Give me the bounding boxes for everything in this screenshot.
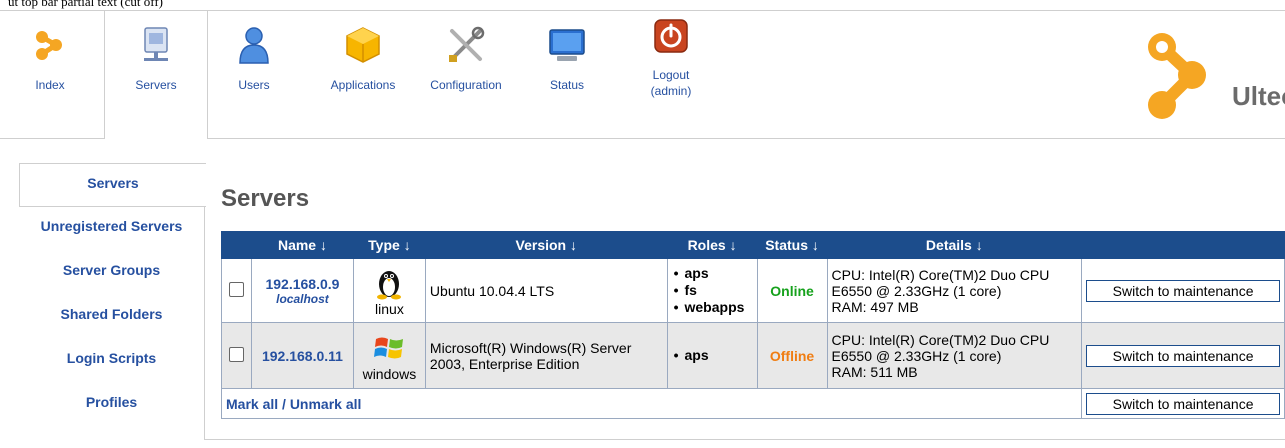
linux-tux-icon bbox=[377, 270, 402, 299]
nav-applications-label: Applications bbox=[330, 78, 396, 92]
nav-users[interactable]: Users bbox=[218, 11, 290, 139]
server-version: Microsoft(R) Windows(R) Server 2003, Ent… bbox=[424, 322, 668, 389]
table-row: 192.168.0.9 localhost linux Ubuntu 10.04… bbox=[221, 258, 1285, 323]
server-type-label: windows bbox=[362, 365, 417, 382]
sidebar: Servers Unregistered Servers Server Grou… bbox=[19, 163, 206, 427]
col-type-header[interactable]: Type ↓ bbox=[352, 231, 426, 259]
tools-icon bbox=[449, 26, 485, 62]
server-ip-link[interactable]: 192.168.0.11 bbox=[256, 348, 349, 364]
row-checkbox[interactable] bbox=[228, 346, 244, 362]
col-roles-header[interactable]: Roles ↓ bbox=[666, 231, 758, 259]
mark-all-link[interactable]: Mark all bbox=[226, 396, 278, 412]
applications-cube-icon bbox=[346, 27, 380, 63]
server-icon bbox=[144, 27, 168, 61]
user-icon bbox=[239, 27, 269, 64]
sidebar-item-servers[interactable]: Servers bbox=[19, 163, 206, 207]
sidebar-item-server-groups[interactable]: Server Groups bbox=[19, 251, 204, 295]
unmark-all-link[interactable]: Unmark all bbox=[290, 396, 362, 412]
sidebar-item-login-scripts[interactable]: Login Scripts bbox=[19, 339, 204, 383]
nav-index[interactable]: Index bbox=[14, 11, 86, 139]
servers-table: Name ↓ Type ↓ Version ↓ Roles ↓ Status ↓… bbox=[220, 231, 1285, 419]
nav-users-label: Users bbox=[238, 78, 270, 92]
table-header-row: Name ↓ Type ↓ Version ↓ Roles ↓ Status ↓… bbox=[221, 231, 1285, 259]
nav-configuration-label: Configuration bbox=[430, 78, 502, 92]
switch-maintenance-button[interactable]: Switch to maintenance bbox=[1086, 344, 1280, 367]
sidebar-item-shared-folders[interactable]: Shared Folders bbox=[19, 295, 204, 339]
status-badge: Offline bbox=[756, 322, 828, 389]
col-status-header[interactable]: Status ↓ bbox=[756, 231, 828, 259]
nav-logout[interactable]: Logout (admin) bbox=[636, 11, 706, 139]
nav-logout-label: Logout (admin) bbox=[650, 68, 692, 98]
nav-index-label: Index bbox=[35, 78, 65, 92]
nav-configuration[interactable]: Configuration bbox=[418, 11, 514, 139]
col-name-header[interactable]: Name ↓ bbox=[250, 231, 354, 259]
row-checkbox[interactable] bbox=[228, 281, 244, 297]
col-version-header[interactable]: Version ↓ bbox=[424, 231, 668, 259]
server-type-label: linux bbox=[375, 300, 404, 317]
sidebar-item-unregistered-servers[interactable]: Unregistered Servers bbox=[19, 207, 204, 251]
nav-divider-left bbox=[0, 138, 104, 139]
main-nav: Index Servers Users Applications Configu… bbox=[0, 11, 1285, 139]
table-row: 192.168.0.11 windows Microsoft(R) Window… bbox=[221, 322, 1285, 389]
top-strip: ut top bar partial text (cut off) bbox=[8, 0, 163, 9]
nav-status-label: Status bbox=[549, 78, 585, 92]
nav-divider-right bbox=[207, 138, 1285, 139]
server-host-label: localhost bbox=[276, 291, 329, 306]
nav-servers[interactable]: Servers bbox=[104, 11, 208, 139]
status-badge: Online bbox=[756, 258, 828, 323]
nav-status[interactable]: Status bbox=[534, 11, 600, 139]
ulteo-logo-icon bbox=[1148, 33, 1206, 119]
monitor-icon bbox=[549, 29, 585, 61]
server-roles: aps fs webapps bbox=[672, 265, 753, 316]
server-roles: aps bbox=[672, 347, 753, 364]
switch-maintenance-bulk-button[interactable]: Switch to maintenance bbox=[1086, 392, 1280, 415]
switch-maintenance-button[interactable]: Switch to maintenance bbox=[1086, 279, 1280, 302]
server-ip-link[interactable]: 192.168.0.9 bbox=[256, 276, 349, 292]
col-details-header[interactable]: Details ↓ bbox=[826, 231, 1083, 259]
server-details: CPU: Intel(R) Core(TM)2 Duo CPU E6550 @ … bbox=[826, 322, 1083, 389]
server-details: CPU: Intel(R) Core(TM)2 Duo CPU E6550 @ … bbox=[826, 258, 1083, 323]
server-version: Ubuntu 10.04.4 LTS bbox=[424, 258, 668, 323]
nav-applications[interactable]: Applications bbox=[316, 11, 410, 139]
page-title: Servers bbox=[221, 185, 310, 212]
brand-name: Ulteo bbox=[1232, 81, 1285, 111]
table-footer-row: Mark all / Unmark all Switch to maintena… bbox=[220, 388, 1285, 419]
nav-servers-label: Servers bbox=[135, 78, 177, 92]
ulteo-index-icon bbox=[36, 31, 62, 60]
sidebar-item-profiles[interactable]: Profiles bbox=[19, 383, 204, 427]
windows-logo-icon bbox=[374, 337, 404, 358]
power-icon bbox=[654, 19, 688, 53]
